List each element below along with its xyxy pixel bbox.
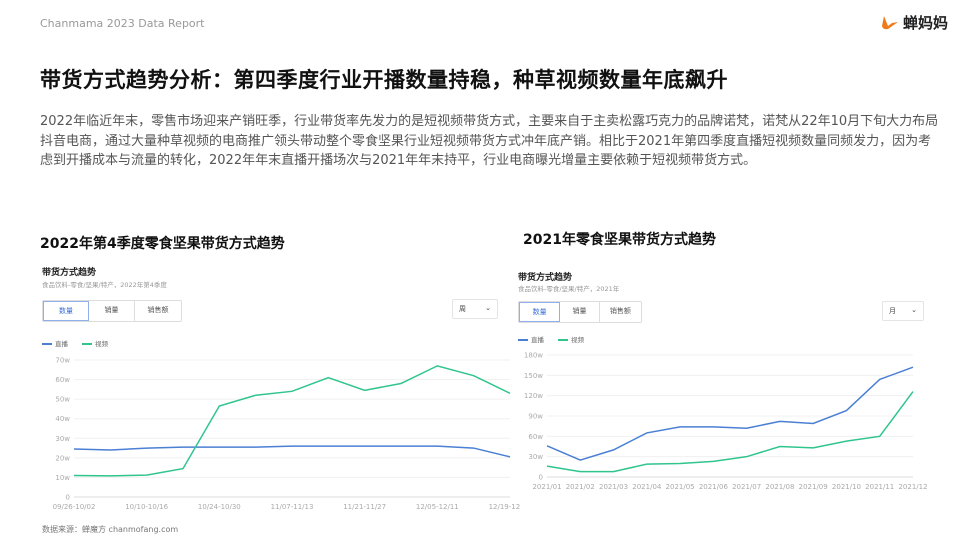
y-tick-label: 20w: [55, 454, 70, 462]
panel-subtitle: 食品饮料-零食/坚果/特产，2021年: [518, 285, 620, 293]
period-select[interactable]: 周 ⌄: [452, 299, 498, 319]
y-tick-label: 180w: [524, 352, 543, 360]
y-tick-label: 150w: [524, 372, 543, 380]
logo: 蝉妈妈: [880, 12, 948, 33]
y-tick-label: 120w: [524, 392, 543, 400]
chart-heading-2022: 2022年第4季度零食坚果带货方式趋势: [40, 236, 285, 252]
series-line-live: [73, 445, 511, 458]
tab-sales-amount[interactable]: 销售额: [135, 301, 181, 321]
x-tick-label: 2021/02: [566, 483, 595, 491]
x-tick-label: 2021/07: [732, 483, 761, 491]
metric-tabs: 数量 销量 销售额: [42, 300, 182, 322]
series-line-live: [546, 366, 914, 461]
x-tick-label: 2021/03: [599, 483, 628, 491]
period-select[interactable]: 月 ⌄: [882, 301, 924, 321]
x-tick-label: 11/21-11/27: [343, 503, 386, 511]
y-tick-label: 30w: [55, 435, 70, 443]
chart-heading-2021: 2021年零食坚果带货方式趋势: [523, 232, 716, 248]
series-line-video: [546, 391, 914, 473]
tab-count[interactable]: 数量: [519, 302, 561, 322]
y-tick-label: 0: [539, 474, 543, 482]
x-tick-label: 09/26-10/02: [53, 503, 96, 511]
x-tick-label: 2021/06: [699, 483, 729, 491]
x-tick-label: 12/05-12/11: [416, 503, 459, 511]
x-tick-label: 2021/01: [532, 483, 561, 491]
x-tick-label: 2021/04: [632, 483, 662, 491]
legend: 直播 视频: [518, 334, 584, 344]
chevron-down-icon: ⌄: [485, 304, 491, 312]
series-line-video: [73, 365, 511, 477]
legend-video[interactable]: 视频: [558, 334, 584, 344]
y-tick-label: 90w: [528, 413, 543, 421]
panel-title: 带货方式趋势: [518, 273, 573, 283]
period-value: 周: [459, 305, 466, 313]
y-tick-label: 60w: [528, 433, 543, 441]
line-chart-2022q4: 0 10w 20w 30w 40w 50w 60w 70w 09/26-10/02 10/10-1…: [53, 357, 520, 512]
x-tick-label: 11/07-11/13: [271, 503, 314, 511]
chevron-down-icon: ⌄: [911, 306, 917, 314]
y-tick-label: 10w: [55, 474, 70, 482]
y-tick-label: 60w: [55, 376, 70, 384]
panel-subtitle: 食品饮料-零食/坚果/特产，2022年第4季度: [42, 281, 167, 289]
data-source: 数据来源：蝉魔方 chanmofang.com: [42, 525, 179, 534]
x-tick-label: 2021/09: [799, 483, 828, 491]
panel-title: 带货方式趋势: [42, 268, 97, 278]
y-tick-label: 0: [66, 494, 70, 502]
x-tick-label: 2021/10: [832, 483, 861, 491]
tab-sales-volume[interactable]: 销量: [560, 302, 600, 322]
x-tick-label: 2021/11: [865, 483, 894, 491]
period-value: 月: [889, 307, 896, 315]
y-tick-label: 40w: [55, 415, 70, 423]
legend-video[interactable]: 视频: [82, 338, 108, 348]
legend: 直播 视频: [42, 338, 108, 348]
logo-text: 蝉妈妈: [903, 14, 949, 32]
x-tick-label: 2021/12: [898, 483, 927, 491]
y-tick-label: 50w: [55, 396, 70, 404]
tab-count[interactable]: 数量: [43, 301, 89, 321]
legend-live[interactable]: 直播: [42, 338, 68, 348]
y-tick-label: 30w: [528, 453, 543, 461]
x-tick-label: 10/10-10/16: [125, 503, 168, 511]
metric-tabs: 数量 销量 销售额: [518, 301, 642, 323]
y-tick-label: 70w: [55, 357, 70, 365]
page-title: 带货方式趋势分析：第四季度行业开播数量持稳，种草视频数量年底飙升: [40, 68, 728, 92]
x-tick-label: 2021/08: [765, 483, 794, 491]
tab-sales-amount[interactable]: 销售额: [600, 302, 641, 322]
x-tick-label: 12/19-12/25: [489, 503, 520, 511]
x-tick-label: 2021/05: [666, 483, 695, 491]
legend-live[interactable]: 直播: [518, 334, 544, 344]
report-label: Chanmama 2023 Data Report: [40, 17, 205, 30]
tab-sales-volume[interactable]: 销量: [89, 301, 135, 321]
line-chart-2021: 0 30w 60w 90w 120w 150w 180w 2021/01 2021/02 2021…: [524, 352, 928, 492]
x-tick-label: 10/24-10/30: [198, 503, 241, 511]
summary-paragraph: 2022年临近年末，零售市场迎来产销旺季，行业带货率先发力的是短视频带货方式，主…: [40, 114, 939, 168]
chanmama-logo-icon: [882, 15, 898, 29]
